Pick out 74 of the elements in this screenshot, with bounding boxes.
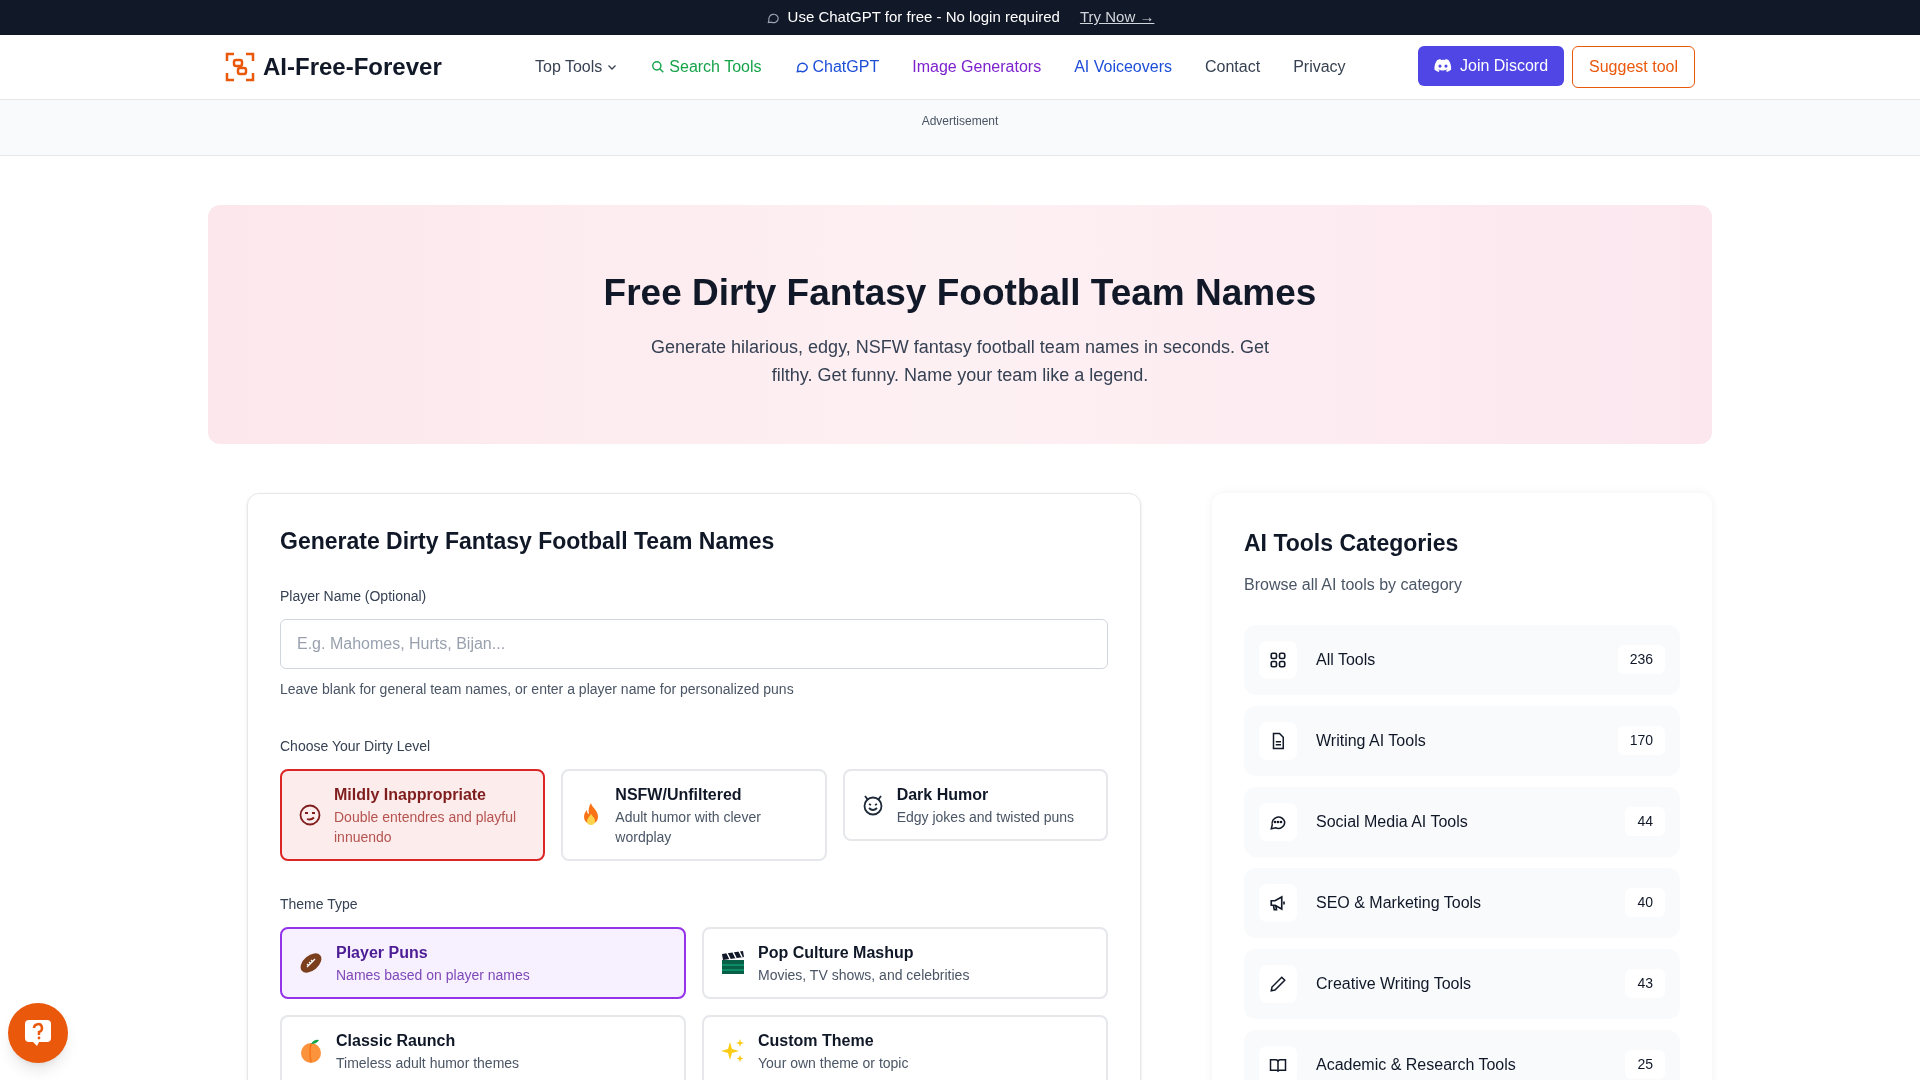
category-item[interactable]: Social Media AI Tools 44 (1244, 786, 1680, 857)
category-label: Academic & Research Tools (1316, 1054, 1516, 1075)
option-title: Mildly Inappropriate (334, 784, 487, 805)
option-description: Edgy jokes and twisted puns (896, 807, 1075, 827)
categories-subtitle: Browse all AI tools by category (1244, 574, 1463, 595)
category-label: All Tools (1316, 649, 1376, 670)
option-card[interactable]: Classic Raunch Timeless adult humor themes (280, 1014, 686, 1080)
option-description: Double entendres and playful innuendo (334, 807, 518, 847)
option-title: Classic Raunch (336, 1030, 457, 1051)
categories-title: AI Tools Categories (1244, 529, 1460, 558)
tool-count: 236 (1617, 645, 1665, 674)
option-card[interactable]: Player Puns Names based on player names (280, 926, 686, 999)
category-label: Social Media AI Tools (1316, 811, 1468, 832)
nav-link[interactable]: Privacy (1293, 55, 1346, 79)
field-hint: Leave blank for general team names, or enter a player name for personalized puns (280, 679, 795, 699)
page-title: Free Dirty Fantasy Football Team Names (603, 271, 1317, 315)
option-card[interactable]: Custom Theme Your own theme or topic (702, 1014, 1108, 1080)
tool-count: 43 (1625, 969, 1665, 998)
option-card[interactable]: Pop Culture Mashup Movies, TV shows, and celebrities (702, 926, 1108, 999)
category-item[interactable]: All Tools 236 (1244, 624, 1680, 695)
category-label: Writing AI Tools (1316, 730, 1426, 751)
nav-link[interactable]: Contact (1205, 55, 1261, 79)
section-label: Theme Type (280, 894, 359, 914)
option-description: Names based on player names (336, 965, 530, 985)
search-icon (651, 60, 666, 74)
peach-icon (298, 1037, 324, 1064)
category-item[interactable]: SEO & Marketing Tools 40 (1244, 867, 1680, 938)
option-card[interactable]: Mildly Inappropriate Double entendres and playful innuendo (280, 768, 546, 861)
pencil-icon (1269, 974, 1287, 993)
discord-icon (1434, 59, 1452, 73)
join-discord-button[interactable]: Join Discord (1418, 46, 1565, 86)
nav-link[interactable]: ChatGPT (794, 55, 880, 79)
player-name-field[interactable]: E.g. Mahomes, Hurts, Bijan... (280, 618, 1108, 669)
category-item[interactable]: Creative Writing Tools 43 (1244, 948, 1680, 1019)
sparkles-icon (720, 1037, 746, 1064)
option-card[interactable]: NSFW/Unfiltered Adult humor with clever wordplay (561, 768, 827, 861)
category-item[interactable]: Academic & Research Tools 25 (1244, 1029, 1680, 1080)
option-description: Your own theme or topic (758, 1053, 909, 1073)
clapperboard-icon (720, 949, 746, 976)
help-button[interactable] (8, 1003, 68, 1063)
option-title: Player Puns (336, 942, 429, 963)
try-now-link[interactable]: Try Now → (1079, 6, 1155, 29)
generator-title: Generate Dirty Fantasy Football Team Names (280, 527, 776, 556)
category-label: Creative Writing Tools (1316, 973, 1472, 994)
suggest-tool-button[interactable]: Suggest tool (1572, 46, 1695, 88)
site-logo[interactable]: AI-Free-Forever (263, 49, 442, 85)
option-title: Custom Theme (758, 1030, 875, 1051)
option-title: Dark Humor (896, 784, 990, 805)
grid-icon (1269, 650, 1287, 669)
field-label: Player Name (Optional) (280, 586, 428, 606)
tool-count: 25 (1625, 1050, 1665, 1079)
tool-count: 44 (1625, 807, 1665, 836)
smirking-face-icon (298, 802, 322, 827)
section-label: Choose Your Dirty Level (280, 736, 432, 756)
advertisement-label: Advertisement (921, 113, 999, 130)
tool-count: 40 (1625, 888, 1665, 917)
option-description: Adult humor with clever wordplay (615, 807, 762, 847)
option-description: Timeless adult humor themes (336, 1053, 520, 1073)
option-title: Pop Culture Mashup (758, 942, 915, 963)
nav-link[interactable]: Top Tools (535, 55, 619, 79)
chat-icon (794, 60, 809, 74)
option-title: NSFW/Unfiltered (615, 784, 743, 805)
option-description: Movies, TV shows, and celebrities (758, 965, 970, 985)
logo-icon (225, 52, 255, 82)
category-item[interactable]: Writing AI Tools 170 (1244, 705, 1680, 776)
megaphone-icon (1269, 893, 1287, 912)
option-card[interactable]: Dark Humor Edgy jokes and twisted puns (842, 768, 1108, 841)
nav-link[interactable]: Image Generators (912, 55, 1042, 79)
tool-count: 170 (1617, 726, 1665, 755)
category-label: SEO & Marketing Tools (1316, 892, 1482, 913)
banner-text: Use ChatGPT for free - No login required (787, 7, 1060, 28)
nav-link[interactable]: AI Voiceovers (1074, 55, 1172, 79)
help-icon (23, 1018, 53, 1048)
page-subtitle: Generate hilarious, edgy, NSFW fantasy football team names in seconds. Get filthy. Get funny. Name your team like a legend. (650, 335, 1270, 387)
